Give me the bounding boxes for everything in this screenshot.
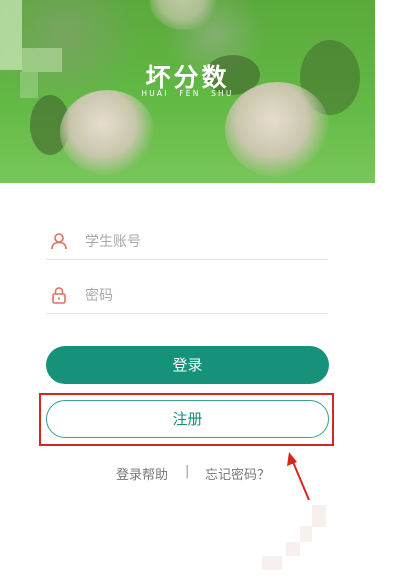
link-separator: | — [185, 464, 190, 479]
login-help-link[interactable]: 登录帮助 — [116, 464, 168, 483]
register-highlight-box — [39, 393, 334, 446]
faint-artifact — [286, 542, 300, 556]
bottom-links: 登录帮助 | 忘记密码？ — [0, 464, 395, 484]
user-icon — [51, 233, 67, 250]
username-field[interactable] — [46, 225, 328, 260]
username-input[interactable] — [83, 229, 317, 255]
faint-artifact — [312, 505, 326, 527]
hero-photo-child-face — [60, 90, 155, 175]
lock-icon — [52, 287, 66, 304]
faint-artifact — [262, 556, 282, 570]
password-input[interactable] — [83, 283, 317, 309]
forgot-password-link[interactable]: 忘记密码？ — [205, 464, 270, 483]
login-button[interactable]: 登录 — [46, 346, 329, 384]
password-field[interactable] — [46, 279, 328, 314]
app-logo-subtitle: HUAI FEN SHU — [141, 89, 234, 98]
faint-artifact — [300, 526, 312, 542]
hero-banner: 坏分数 HUAI FEN SHU — [0, 0, 375, 183]
